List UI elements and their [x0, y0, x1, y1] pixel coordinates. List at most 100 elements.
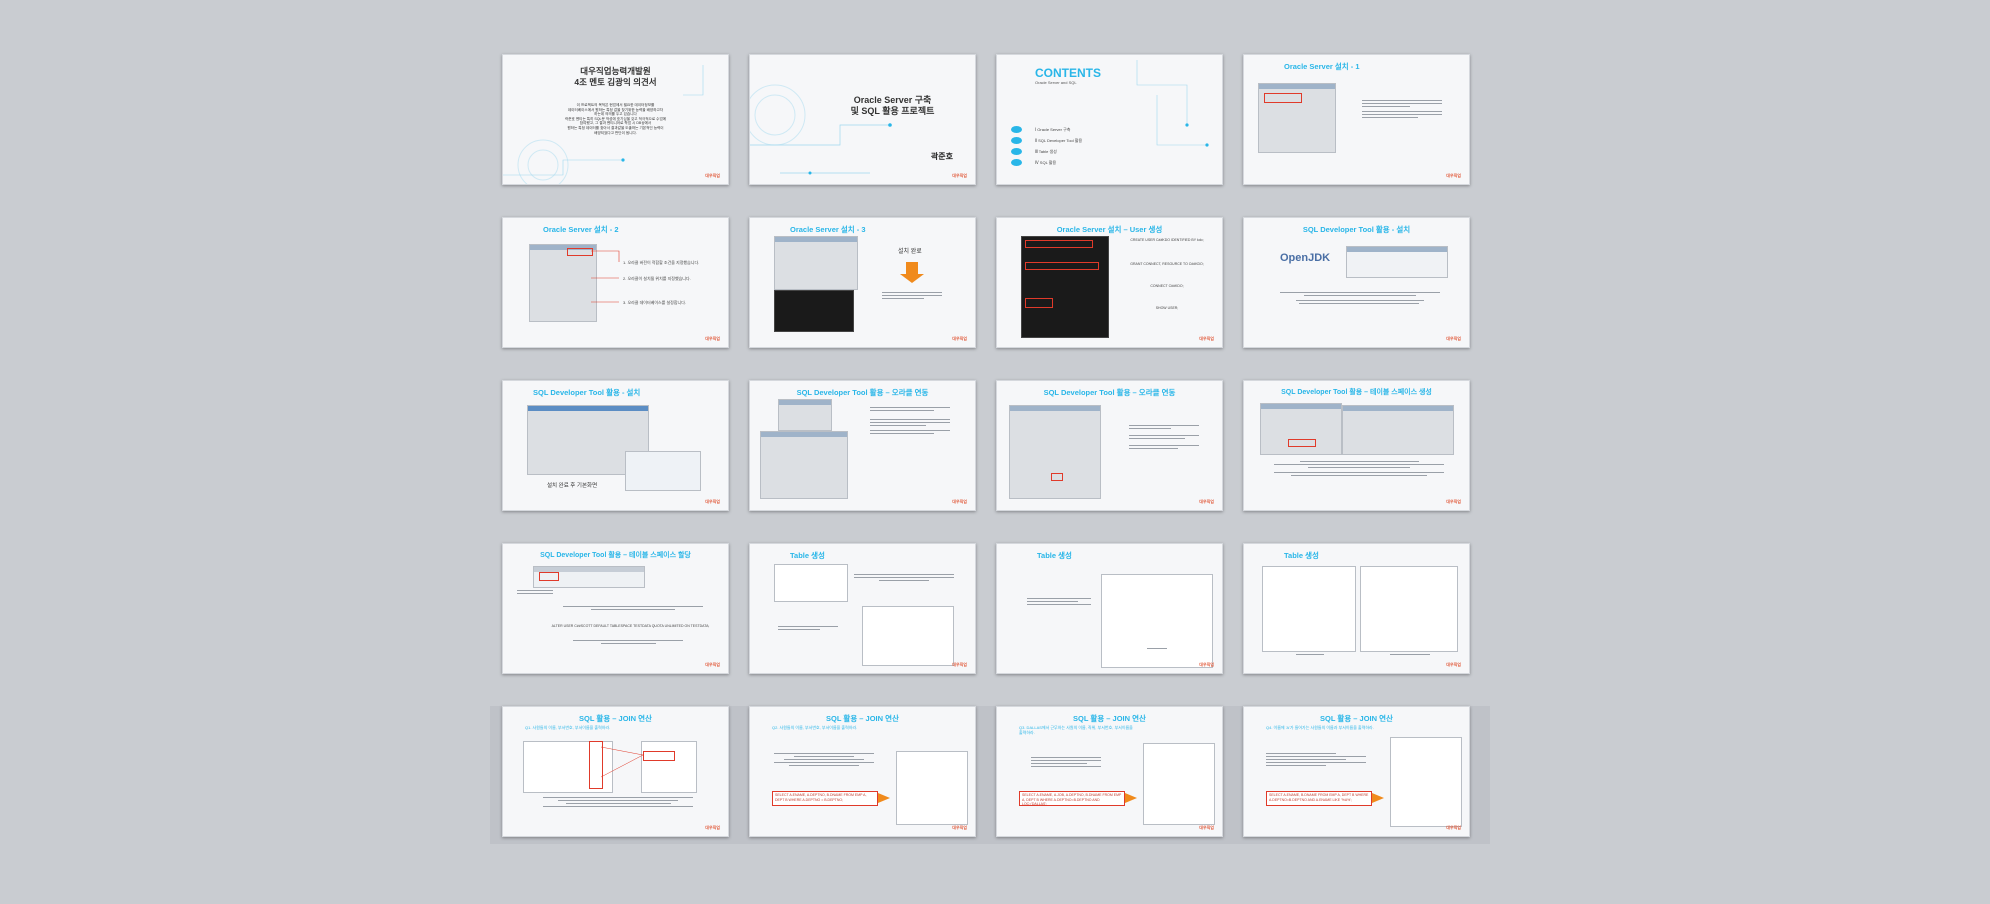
openjdk-logo: OpenJDK — [1280, 252, 1331, 264]
slide-text-lines — [573, 640, 683, 646]
slide-title: Oracle Server 구축 및 SQL 활용 프로젝트 — [850, 95, 935, 116]
table-screenshot — [1390, 737, 1462, 827]
slide-text-lines — [774, 753, 874, 768]
slide-thumbnail-14[interactable]: Table 생성 대우직업 — [749, 543, 976, 674]
table-screenshot — [896, 751, 968, 825]
table-screenshot — [1101, 574, 1213, 668]
slide-title: Oracle Server 설치 - 3 — [790, 225, 866, 234]
highlight-box — [1051, 473, 1063, 481]
brand-mark: 대우직업 — [1199, 499, 1214, 504]
author-name: 곽준호 — [930, 152, 953, 161]
slide-text-lines — [1362, 100, 1442, 120]
slide-text-lines — [1266, 753, 1366, 768]
brand-mark: 대우직업 — [1446, 825, 1461, 830]
circuit-decoration — [1136, 60, 1209, 147]
screenshot-image — [1342, 405, 1454, 455]
install-complete-label: 설치 완료 — [898, 249, 922, 255]
slide-thumbnail-9[interactable]: SQL Developer Tool 활용 - 설치 설치 완료 후 기본화면 … — [502, 380, 729, 511]
pointer-lines — [591, 250, 620, 303]
slide-thumbnail-3[interactable]: CONTENTS Oracle Server and SQL Ⅰ Oracle … — [996, 54, 1223, 185]
brand-mark: 대우직업 — [1446, 173, 1461, 178]
screenshot-image — [1009, 405, 1101, 499]
table-screenshot — [1360, 566, 1458, 652]
slide-thumbnail-5[interactable]: Oracle Server 설치 - 2 1. 오라클 버전이 적합할 조건을 … — [502, 217, 729, 348]
brand-mark: 대우직업 — [705, 825, 720, 830]
sql-note-3: CONNECT C##KDO; — [1150, 284, 1184, 288]
slide-title: Oracle Server 설치 – User 생성 — [1056, 225, 1163, 234]
down-arrow-head-icon — [900, 274, 924, 283]
slide-title: Oracle Server 설치 - 1 — [1284, 62, 1360, 71]
slide-title: SQL Developer Tool 활용 – 테이블 스페이스 할당 — [540, 552, 691, 559]
slide-text-lines — [563, 606, 703, 612]
slide-title: SQL Developer Tool 활용 – 오라클 연동 — [1043, 388, 1176, 397]
slide-subtitle: Q4. 이름에 'A'가 들어가는 사원들의 이름과 부서이름을 출력하라. — [1266, 725, 1374, 730]
code-screenshot — [862, 606, 954, 666]
slide-title: SQL 활용 – JOIN 연산 — [1320, 714, 1393, 723]
terminal-screenshot — [774, 290, 854, 332]
slide-thumbnail-20[interactable]: SQL 활용 – JOIN 연산 Q4. 이름에 'A'가 들어가는 사원들의 … — [1243, 706, 1470, 837]
splash-screenshot — [625, 451, 701, 491]
slide-title: SQL Developer Tool 활용 - 설치 — [1302, 225, 1411, 234]
slide-title: SQL Developer Tool 활용 - 설치 — [533, 388, 641, 397]
terminal-screenshot — [1021, 236, 1109, 338]
brand-mark: 대우직업 — [705, 336, 720, 341]
slide-text-lines — [1129, 425, 1199, 451]
brand-mark: 대우직업 — [1199, 662, 1214, 667]
slide-text-lines — [1027, 598, 1091, 607]
slide-thumbnail-6[interactable]: Oracle Server 설치 - 3 설치 완료 대우직업 — [749, 217, 976, 348]
slide-thumbnail-8[interactable]: SQL Developer Tool 활용 - 설치 OpenJDK 대우직업 — [1243, 217, 1470, 348]
screenshot-image — [778, 399, 832, 431]
brand-mark: 대우직업 — [952, 825, 967, 830]
slide-thumbnail-15[interactable]: Table 생성 대우직업 — [996, 543, 1223, 674]
sql-note-2: GRANT CONNECT, RESOURCE TO C##KDO; — [1130, 262, 1204, 266]
brand-mark: 대우직업 — [1446, 499, 1461, 504]
brand-mark: 대우직업 — [1446, 336, 1461, 341]
slide-thumbnail-4[interactable]: Oracle Server 설치 - 1 대우직업 — [1243, 54, 1470, 185]
slide-subtitle: Q3. DALLAS에서 근무하는 사원의 이름, 직위, 부서번호, 부서이름… — [1019, 725, 1133, 735]
slide-title: SQL Developer Tool 활용 – 오라클 연동 — [796, 388, 929, 397]
sql-query-box: SELECT A.ENAME, A.DEPTNO, B.DNAME FROM E… — [772, 791, 878, 806]
brand-mark: 대우직업 — [1446, 662, 1461, 667]
slide-body: 이 프로젝트의 목적은 현업에서 필요한 데이터정보를 데이터베이스에서 원하는… — [564, 103, 667, 135]
slide-thumbnail-19[interactable]: SQL 활용 – JOIN 연산 Q3. DALLAS에서 근무하는 사원의 이… — [996, 706, 1223, 837]
right-arrow-icon — [1372, 793, 1384, 803]
code-screenshot — [774, 564, 848, 602]
brand-mark: 대우직업 — [1199, 825, 1214, 830]
slide-thumbnail-7[interactable]: Oracle Server 설치 – User 생성 CREATE USER C… — [996, 217, 1223, 348]
slide-thumbnail-2[interactable]: Oracle Server 구축 및 SQL 활용 프로젝트 곽준호 대우직업 — [749, 54, 976, 185]
brand-mark: 대우직업 — [952, 499, 967, 504]
slide-text-lines — [1031, 757, 1101, 769]
brand-mark: 대우직업 — [705, 662, 720, 667]
sql-note-1: ALTER USER C##SCOTT DEFAULT TABLESPACE T… — [551, 624, 710, 628]
slide-thumbnail-13[interactable]: SQL Developer Tool 활용 – 테이블 스페이스 할당 ALTE… — [502, 543, 729, 674]
table-screenshot — [1262, 566, 1356, 652]
slide-text-lines — [882, 292, 942, 301]
slide-title: SQL Developer Tool 활용 – 테이블 스페이스 생성 — [1281, 389, 1432, 396]
brand-mark: 대우직업 — [952, 173, 967, 178]
slide-thumbnail-10[interactable]: SQL Developer Tool 활용 – 오라클 연동 대우직업 — [749, 380, 976, 511]
slide-text-lines — [778, 626, 838, 632]
slide-text-lines — [1390, 654, 1430, 657]
slide-thumbnail-11[interactable]: SQL Developer Tool 활용 – 오라클 연동 대우직업 — [996, 380, 1223, 511]
slide-thumbnail-16[interactable]: Table 생성 대우직업 — [1243, 543, 1470, 674]
slide-text-lines — [1296, 654, 1324, 657]
slide-thumbnail-12[interactable]: SQL Developer Tool 활용 – 테이블 스페이스 생성 대우직업 — [1243, 380, 1470, 511]
slide-thumbnail-17[interactable]: SQL 활용 – JOIN 연산 Q1. 사원들의 이름, 부서번호, 부서이름… — [502, 706, 729, 837]
slide-text-lines — [517, 590, 553, 596]
highlight-box — [1025, 240, 1093, 248]
highlight-box — [1264, 93, 1302, 103]
brand-mark: 대우직업 — [705, 173, 720, 178]
sql-query-box: SELECT A.ENAME, A.JOB, A.DEPTNO, B.DNAME… — [1019, 791, 1125, 806]
right-arrow-icon — [1125, 793, 1137, 803]
sql-query-box: SELECT A.ENAME, B.DNAME FROM EMP A, DEPT… — [1266, 791, 1372, 806]
slide-text-lines — [543, 797, 693, 809]
screenshot-image — [1260, 403, 1342, 455]
slide-text-lines — [1280, 292, 1440, 306]
slide-subtitle: Q2. 사원들의 이름, 부서번호, 부서이름을 출력하라. — [772, 725, 858, 730]
screenshot-image — [760, 431, 848, 499]
slide-thumbnail-1[interactable]: 대우직업능력개발원 4조 멘토 김광익 의견서 이 프로젝트의 목적은 현업에서… — [502, 54, 729, 185]
slide-thumbnail-18[interactable]: SQL 활용 – JOIN 연산 Q2. 사원들의 이름, 부서번호, 부서이름… — [749, 706, 976, 837]
slide-caption: 설치 완료 후 기본화면 — [547, 483, 598, 489]
slide-text-lines — [1274, 461, 1444, 478]
screenshot-image — [774, 236, 858, 290]
